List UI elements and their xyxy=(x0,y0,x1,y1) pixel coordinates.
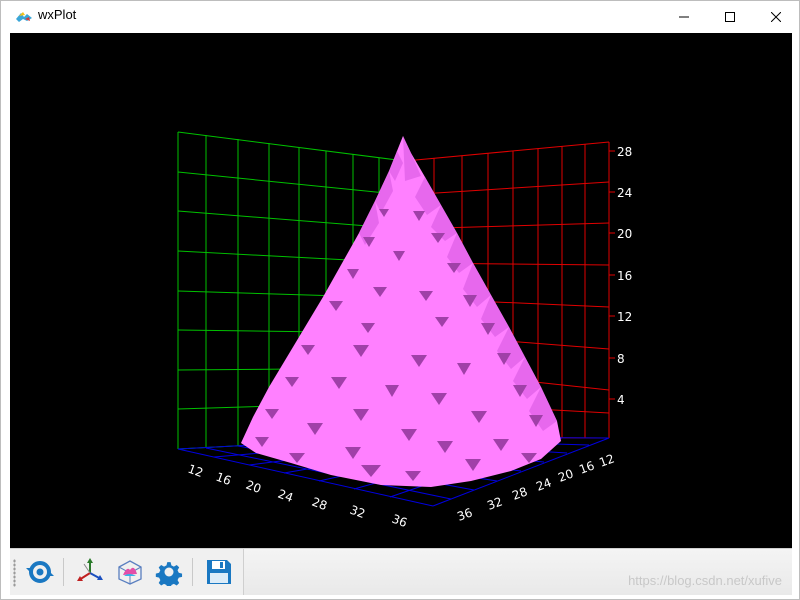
plot-canvas[interactable]: 12 16 20 24 28 32 36 12 16 20 24 28 32 3… xyxy=(10,33,792,548)
z-tick-label: 12 xyxy=(617,310,632,324)
z-axis-labels: 4 8 12 16 20 24 28 xyxy=(617,145,632,407)
surface-plot-button[interactable] xyxy=(114,556,146,588)
maximize-icon xyxy=(725,11,735,22)
y-tick-label: 16 xyxy=(577,458,596,476)
y-tick-label: 12 xyxy=(597,451,616,469)
title-bar[interactable]: wxPlot xyxy=(1,1,799,32)
x-tick-label: 36 xyxy=(390,512,409,530)
toolbar-separator xyxy=(63,558,64,586)
x-tick-label: 32 xyxy=(348,503,367,521)
window-title: wxPlot xyxy=(38,7,77,22)
toolbar-grip[interactable] xyxy=(13,559,16,587)
axes-button[interactable] xyxy=(74,556,106,588)
axes-icon xyxy=(77,558,103,581)
close-button[interactable] xyxy=(753,1,799,32)
z-tick-label: 20 xyxy=(617,227,632,241)
toolbar-button-group xyxy=(10,549,244,595)
app-icon xyxy=(16,12,32,22)
settings-button[interactable] xyxy=(153,556,185,588)
toolbar-separator xyxy=(192,558,193,586)
x-tick-label: 16 xyxy=(214,470,233,488)
x-tick-label: 24 xyxy=(276,487,295,505)
y-tick-label: 36 xyxy=(455,505,474,523)
minimize-icon xyxy=(679,16,689,17)
reset-view-button[interactable] xyxy=(24,556,56,588)
reset-view-icon xyxy=(26,561,54,583)
3d-plot[interactable]: 12 16 20 24 28 32 36 12 16 20 24 28 32 3… xyxy=(10,33,792,548)
toolbar: https://blog.csdn.net/xufive xyxy=(10,548,792,595)
close-icon xyxy=(771,11,781,22)
x-tick-label: 12 xyxy=(186,462,205,480)
minimize-button[interactable] xyxy=(661,1,707,32)
save-button[interactable] xyxy=(203,556,235,588)
app-window: wxPlot 12 16 20 24 28 32 36 12 16 20 24 … xyxy=(0,0,800,600)
y-tick-label: 20 xyxy=(556,466,575,484)
z-tick-label: 8 xyxy=(617,352,625,366)
y-tick-label: 32 xyxy=(485,494,504,512)
maximize-button[interactable] xyxy=(707,1,753,32)
gear-icon xyxy=(155,562,183,586)
y-tick-label: 28 xyxy=(510,484,529,502)
z-tick-label: 24 xyxy=(617,186,632,200)
z-tick-label: 16 xyxy=(617,269,632,283)
z-tick-label: 4 xyxy=(617,393,625,407)
surface-plot-icon xyxy=(118,560,142,585)
watermark-text: https://blog.csdn.net/xufive xyxy=(628,573,782,588)
save-icon xyxy=(207,560,231,584)
x-tick-label: 28 xyxy=(310,495,329,513)
x-tick-label: 20 xyxy=(244,478,263,496)
z-tick-label: 28 xyxy=(617,145,632,159)
y-tick-label: 24 xyxy=(534,475,553,493)
